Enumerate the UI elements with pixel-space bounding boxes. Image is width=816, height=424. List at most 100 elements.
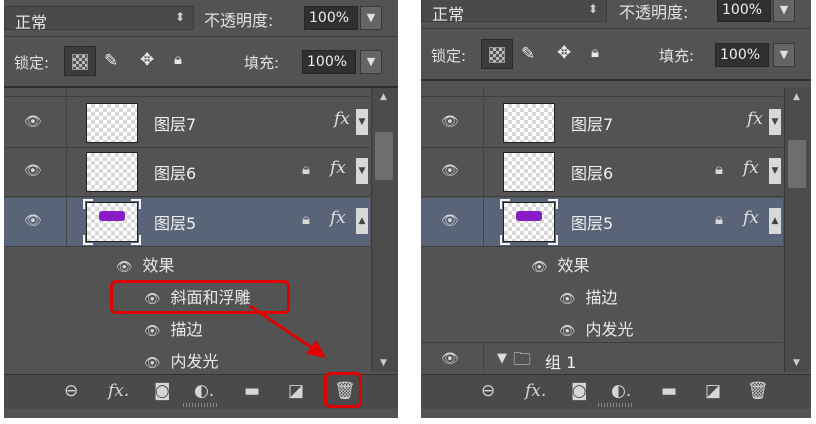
scroll-down-arrow[interactable]: ▼ (380, 358, 387, 368)
eye-icon[interactable]: 👁︎ (559, 324, 576, 339)
fill-input[interactable]: 100% (302, 50, 356, 74)
eye-icon[interactable]: 👁︎ (144, 324, 161, 339)
blend-mode-value: 正常 (432, 5, 465, 24)
fill-dropdown-arrow[interactable]: ▼ (773, 43, 795, 67)
layers-scrollbar[interactable]: ▲ ▼ (784, 88, 811, 372)
layer-thumbnail (503, 152, 555, 192)
effects-header[interactable]: 👁︎ 效果 (531, 252, 590, 284)
eye-icon[interactable]: 👁︎ (24, 114, 42, 130)
lock-label: 锁定: (14, 54, 50, 72)
layer-name: 图层6 (154, 164, 197, 183)
lock-transparency-button[interactable] (481, 39, 513, 69)
lock-icon[interactable]: 🔒︎ (174, 50, 182, 68)
highlight-box-trash (324, 372, 362, 408)
layers-bottom-toolbar: ⊖ fx. ◙ ◐. ▬ ◪ 🗑︎ (421, 374, 811, 409)
layer-name: 图层6 (571, 164, 614, 183)
lock-transparency-button[interactable] (64, 46, 96, 76)
layer-row[interactable]: 👁︎ 图层6 🔒︎ fx ▼ (4, 148, 370, 197)
opacity-dropdown-arrow[interactable]: ▼ (773, 0, 795, 22)
eye-icon[interactable]: 👁︎ (441, 114, 459, 130)
fx-icon[interactable]: fx (747, 109, 763, 129)
scroll-up-arrow[interactable]: ▲ (380, 92, 387, 102)
new-layer-icon[interactable]: ◪ (288, 381, 304, 401)
eye-icon[interactable]: 👁︎ (559, 292, 576, 307)
adjustment-icon[interactable]: ◐. (194, 381, 214, 401)
effect-item-inner-glow[interactable]: 👁︎ 内发光 (144, 348, 219, 372)
fx-expand-arrow[interactable]: ▼ (769, 109, 781, 135)
resize-grip[interactable] (598, 403, 634, 407)
scrollbar-thumb[interactable] (375, 132, 393, 180)
layer-row[interactable]: 👁︎ 图层7 fx ▼ (4, 99, 370, 148)
resize-grip[interactable] (183, 403, 219, 407)
layers-list: 👁︎ 图层7 fx ▼ 👁︎ 图层6 🔒︎ fx ▼ 👁︎ 图层5 🔒︎ fx … (421, 88, 811, 372)
trash-icon[interactable]: 🗑︎ (747, 381, 769, 401)
layer-row-partial[interactable] (421, 88, 783, 97)
mask-icon[interactable]: ◙ (571, 381, 588, 401)
add-style-icon[interactable]: fx. (525, 381, 546, 401)
layer-row-selected[interactable]: 👁︎ 图层5 🔒︎ fx ▲ (4, 198, 370, 247)
opacity-input[interactable]: 100% (304, 6, 358, 30)
eye-icon[interactable]: 👁︎ (24, 163, 42, 179)
eye-icon[interactable]: 👁︎ (441, 163, 459, 179)
effect-item-stroke[interactable]: 👁︎ 描边 (559, 284, 618, 316)
fx-icon[interactable]: fx (743, 208, 759, 228)
opacity-dropdown-arrow[interactable]: ▼ (360, 6, 382, 30)
fx-icon[interactable]: fx (330, 208, 346, 228)
blend-mode-select[interactable]: 正常 ⬍ (421, 0, 607, 24)
new-layer-icon[interactable]: ◪ (705, 381, 721, 401)
group-name: 组 1 (545, 353, 577, 372)
chevron-down-icon[interactable]: ▼ (497, 351, 507, 366)
blend-mode-value: 正常 (15, 13, 48, 32)
lock-row: 锁定: ✎ ✥ 🔒︎ 填充: 100% ▼ (421, 31, 811, 81)
fx-icon[interactable]: fx (743, 158, 759, 178)
fill-dropdown-arrow[interactable]: ▼ (360, 50, 382, 74)
scroll-up-arrow[interactable]: ▲ (793, 92, 800, 102)
layer-row-partial[interactable] (4, 88, 370, 97)
mask-icon[interactable]: ◙ (154, 381, 171, 401)
fx-expand-arrow[interactable]: ▼ (769, 158, 781, 184)
eye-icon[interactable]: 👁︎ (441, 351, 459, 367)
scroll-down-arrow[interactable]: ▼ (793, 358, 800, 368)
eye-icon[interactable]: 👁︎ (116, 260, 133, 275)
link-icon[interactable]: ⊖ (64, 381, 78, 401)
layer-row[interactable]: 👁︎ 图层6 🔒︎ fx ▼ (421, 148, 783, 197)
opacity-label: 不透明度: (204, 11, 274, 30)
layer-name: 图层5 (154, 214, 197, 233)
opacity-input[interactable]: 100% (717, 0, 771, 22)
fx-icon[interactable]: fx (330, 158, 346, 178)
eye-icon[interactable]: 👁︎ (144, 356, 161, 371)
fx-icon[interactable]: fx (334, 109, 350, 129)
annotation-arrow (249, 304, 326, 358)
layers-scrollbar[interactable]: ▲ ▼ (371, 88, 398, 372)
brush-icon[interactable]: ✎ (104, 51, 118, 71)
layer-row[interactable]: 👁︎ 图层7 fx ▼ (421, 99, 783, 148)
folder-icon[interactable]: ▬ (244, 381, 260, 401)
eye-icon[interactable]: 👁︎ (24, 213, 42, 229)
eye-icon[interactable]: 👁︎ (531, 260, 548, 275)
folder-icon[interactable]: ▬ (661, 381, 677, 401)
lock-icon[interactable]: 🔒︎ (591, 43, 599, 61)
adjustment-icon[interactable]: ◐. (611, 381, 631, 401)
fx-expand-arrow[interactable]: ▼ (356, 109, 368, 135)
layers-panel-before: 正常 ⬍ 不透明度: 100% ▼ 锁定: ✎ ✥ 🔒︎ 填充: 100% ▼ … (4, 0, 398, 418)
layer-row-selected[interactable]: 👁︎ 图层5 🔒︎ fx ▲ (421, 198, 783, 247)
link-icon[interactable]: ⊖ (481, 381, 495, 401)
eye-icon[interactable]: 👁︎ (441, 213, 459, 229)
lock-icon: 🔒︎ (302, 210, 310, 228)
fx-expand-arrow[interactable]: ▼ (356, 158, 368, 184)
fill-input[interactable]: 100% (715, 43, 769, 67)
group-row[interactable]: 👁︎ ▼ 🗀︎ 组 1 (421, 342, 783, 372)
effect-item-stroke[interactable]: 👁︎ 描边 (144, 316, 203, 348)
lock-icon: 🔒︎ (302, 160, 310, 178)
blend-options-row: 正常 ⬍ 不透明度: 100% ▼ (4, 0, 398, 37)
fx-collapse-arrow[interactable]: ▲ (769, 208, 781, 234)
move-icon[interactable]: ✥ (557, 43, 571, 63)
layer-name: 图层7 (571, 115, 614, 134)
fx-collapse-arrow[interactable]: ▲ (356, 208, 368, 234)
brush-icon[interactable]: ✎ (521, 44, 535, 64)
add-style-icon[interactable]: fx. (108, 381, 129, 401)
scrollbar-thumb[interactable] (788, 140, 806, 188)
lock-icon: 🔒︎ (715, 160, 723, 178)
move-icon[interactable]: ✥ (140, 50, 154, 70)
blend-mode-select[interactable]: 正常 ⬍ (4, 6, 194, 32)
